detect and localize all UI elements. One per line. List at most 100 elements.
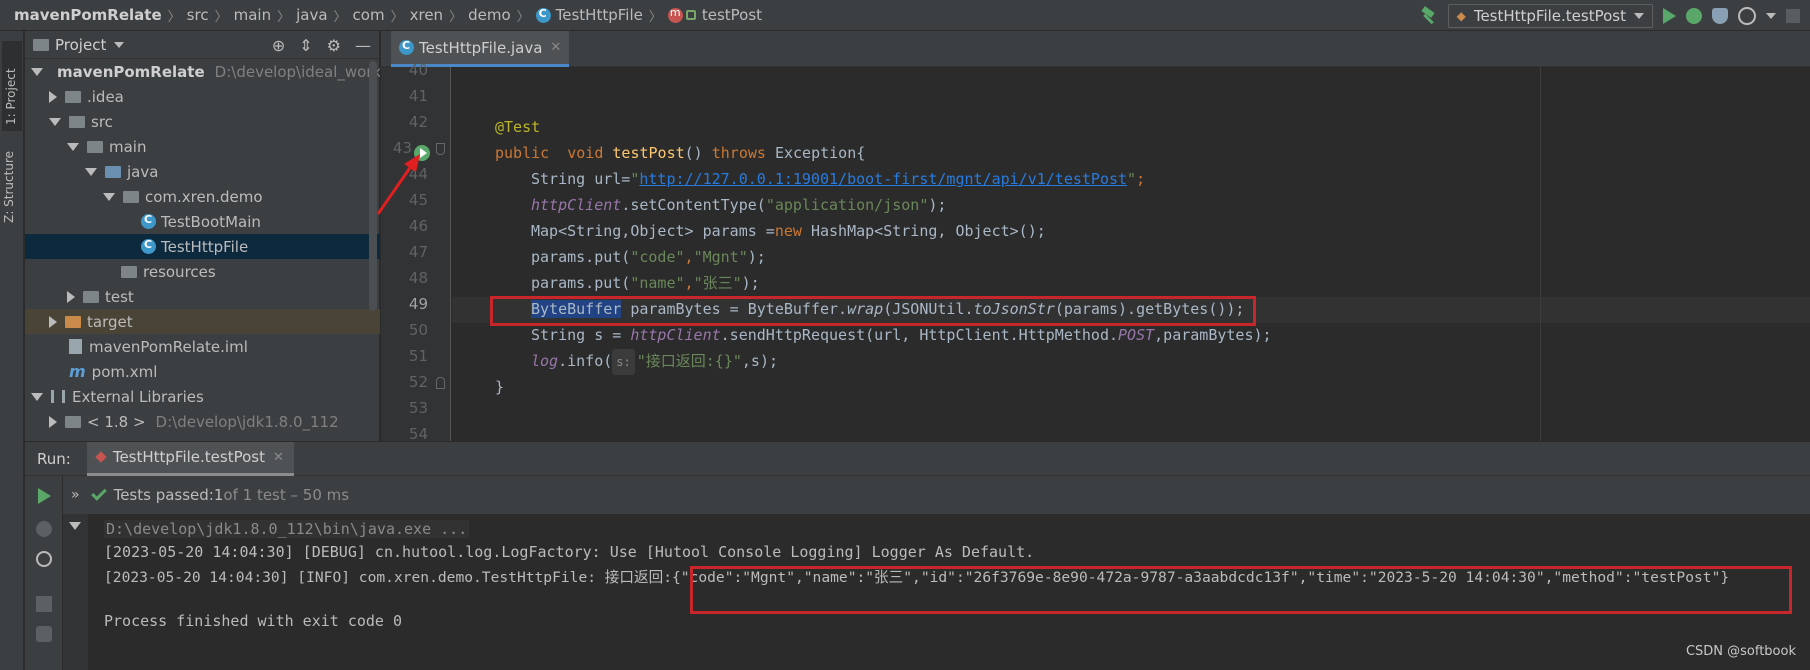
breadcrumb-project[interactable]: mavenPomRelate <box>14 6 162 24</box>
test-status-bar: » Tests passed: 1 of 1 test – 50 ms <box>25 476 1810 514</box>
run-config-dropdown[interactable]: ◆ TestHttpFile.testPost <box>1447 3 1653 28</box>
camera-icon[interactable] <box>36 626 52 642</box>
left-tool-strip: 1: Project Z: Structure <box>0 31 24 670</box>
code-token: "接口返回:{}" <box>636 352 742 370</box>
console-line[interactable]: D:\develop\jdk1.8.0_112\bin\java.exe ... <box>104 520 470 538</box>
annotation-highlight-code <box>490 296 1256 326</box>
tree-item-package[interactable]: com.xren.demo <box>25 184 380 209</box>
chevron-down-icon[interactable] <box>31 392 43 401</box>
tree-item-label: mavenPomRelate.iml <box>89 337 248 356</box>
minimize-icon[interactable]: — <box>355 36 371 55</box>
tree-item-main[interactable]: main <box>25 134 380 159</box>
breadcrumb-com[interactable]: com <box>353 6 385 24</box>
code-token: Exception{ <box>765 144 866 162</box>
code-line-47: params.put("code","Mgnt"); <box>531 244 766 270</box>
chevron-right-icon[interactable] <box>49 415 57 428</box>
chevron-down-icon[interactable] <box>85 167 97 176</box>
tree-item-resources[interactable]: resources <box>25 259 380 284</box>
stop-icon[interactable] <box>1786 8 1800 23</box>
line-number: 51 <box>408 347 428 365</box>
chevron-down-icon[interactable] <box>67 142 79 151</box>
tree-item-path: D:\develop\jdk1.8.0_112 <box>155 412 339 431</box>
tool-tab-project[interactable]: 1: Project <box>2 41 22 131</box>
tool-tab-structure[interactable]: Z: Structure <box>2 151 16 223</box>
line-number: 50 <box>408 321 428 339</box>
stop-icon[interactable] <box>36 596 52 612</box>
code-token: , <box>684 274 694 292</box>
chevron-down-icon[interactable] <box>103 192 115 201</box>
chevron-down-icon[interactable] <box>69 522 81 530</box>
tree-item-testhttpfile[interactable]: TestHttpFile <box>25 234 380 259</box>
collapse-icon[interactable]: ⇕ <box>299 36 312 55</box>
chevron-right-icon[interactable] <box>67 290 75 303</box>
chevron-right-icon: 〉 <box>648 9 662 25</box>
chevron-down-icon[interactable] <box>31 67 43 76</box>
tree-item-label: main <box>109 137 147 156</box>
locate-icon[interactable]: ⊕ <box>272 36 285 55</box>
code-line-52: } <box>495 378 505 396</box>
code-token: params.put( <box>531 274 631 292</box>
expand-icon[interactable]: » <box>71 487 80 503</box>
run-tab[interactable]: TestHttpFile.testPost ✕ <box>86 441 294 476</box>
chevron-right-icon[interactable] <box>49 90 57 103</box>
code-editor[interactable]: @Test public void testPost() throws Exce… <box>452 67 1810 441</box>
toggle-auto-test-icon[interactable] <box>36 551 52 567</box>
run-icon[interactable] <box>1663 7 1676 24</box>
rerun-icon[interactable] <box>38 488 51 504</box>
test-tree-collapsed[interactable] <box>63 514 88 670</box>
tree-item-jdk[interactable]: < 1.8 > D:\develop\jdk1.8.0_112 <box>25 409 380 434</box>
tree-item-external-libraries[interactable]: External Libraries <box>25 384 380 409</box>
project-folder-icon <box>33 38 49 51</box>
tree-item-iml[interactable]: mavenPomRelate.iml <box>25 334 380 359</box>
tree-item-path: D:\develop\ideal_work <box>214 62 380 81</box>
coverage-icon[interactable] <box>1712 7 1728 24</box>
code-token: ); <box>741 274 760 292</box>
chevron-down-icon[interactable] <box>114 41 125 48</box>
breadcrumb-src[interactable]: src <box>187 6 209 24</box>
tree-item-root[interactable]: mavenPomRelate D:\develop\ideal_work <box>25 59 380 84</box>
profiler-icon[interactable] <box>1738 6 1756 25</box>
build-hammer-icon[interactable] <box>1418 6 1438 26</box>
check-icon <box>90 485 107 501</box>
breadcrumb-xren[interactable]: xren <box>410 6 443 24</box>
toolbar-right: ◆ TestHttpFile.testPost <box>1418 0 1810 31</box>
java-class-icon <box>141 213 156 229</box>
breadcrumb-java[interactable]: java <box>296 6 327 24</box>
close-icon[interactable]: ✕ <box>273 450 284 465</box>
chevron-down-icon[interactable] <box>1766 12 1776 19</box>
excluded-folder-icon <box>65 315 81 328</box>
fold-icon[interactable] <box>436 143 445 155</box>
chevron-down-icon[interactable] <box>49 117 61 126</box>
code-token: "code" <box>630 248 685 266</box>
project-panel-header: Project ⊕ ⇕ ⚙ — <box>25 31 379 59</box>
maven-icon: m <box>69 362 86 381</box>
code-line-42: @Test <box>495 118 541 136</box>
line-number: 53 <box>408 399 428 417</box>
console-line: Process finished with exit code 0 <box>104 612 403 630</box>
breadcrumb-main[interactable]: main <box>234 6 271 24</box>
code-line-46: Map<String,Object> params =new HashMap<S… <box>531 218 1046 244</box>
tree-item-idea[interactable]: .idea <box>25 84 380 109</box>
breadcrumb-demo[interactable]: demo <box>468 6 511 24</box>
tree-item-test[interactable]: test <box>25 284 380 309</box>
code-url[interactable]: http://127.0.0.1:19001/boot-first/mgnt/a… <box>639 170 1127 188</box>
tree-item-src[interactable]: src <box>25 109 380 134</box>
project-view-selector[interactable]: Project <box>55 36 106 54</box>
rerun-failed-icon[interactable] <box>36 521 52 537</box>
navigation-bar: mavenPomRelate 〉 src 〉 main 〉 java 〉 com… <box>0 0 1810 31</box>
tree-item-label: .idea <box>87 87 124 106</box>
tree-item-testbootmain[interactable]: TestBootMain <box>25 209 380 234</box>
tree-item-java[interactable]: java <box>25 159 380 184</box>
breadcrumb-method[interactable]: testPost <box>702 6 762 24</box>
debug-icon[interactable] <box>1686 7 1702 24</box>
tree-item-target[interactable]: target <box>25 309 380 334</box>
close-icon[interactable]: ✕ <box>550 40 561 55</box>
gear-icon[interactable]: ⚙ <box>327 36 341 55</box>
breadcrumb-class[interactable]: TestHttpFile <box>556 6 643 24</box>
chevron-down-icon <box>1634 12 1644 19</box>
tree-item-pom[interactable]: m pom.xml <box>25 359 380 384</box>
fold-icon[interactable] <box>436 377 445 389</box>
chevron-right-icon[interactable] <box>49 315 57 328</box>
code-token: "application/json" <box>765 196 929 214</box>
project-panel: Project ⊕ ⇕ ⚙ — mavenPomRelate D:\develo… <box>25 31 380 441</box>
